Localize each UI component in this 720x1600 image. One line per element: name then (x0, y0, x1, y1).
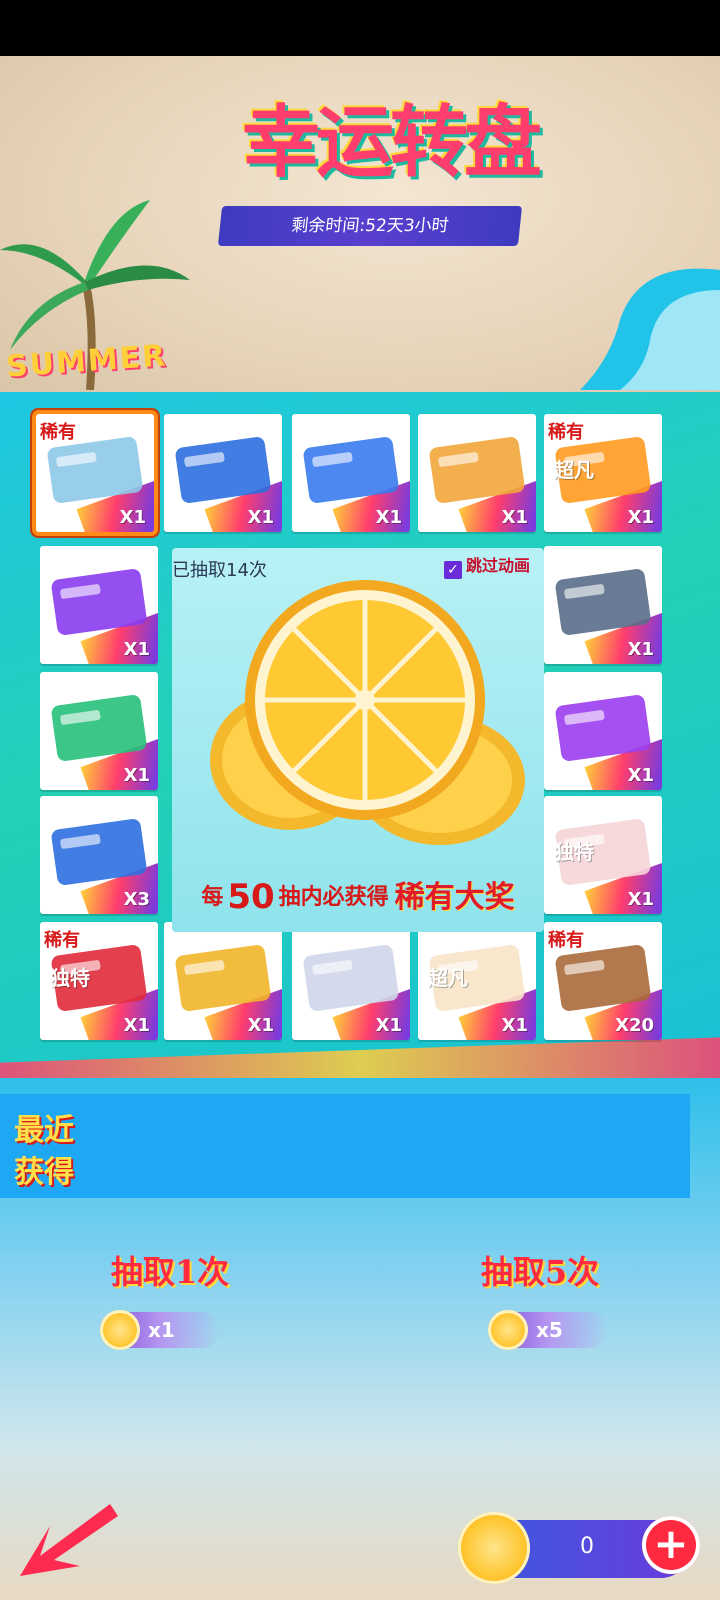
tile-quantity: X1 (375, 507, 402, 528)
tile-ticket-text: 超凡 (554, 458, 594, 482)
tile-super-ticket-cream[interactable]: 超凡 X1 (418, 922, 536, 1040)
tile-ticket-text: 独特 (554, 840, 594, 864)
tile-ticket-text: 独特 (50, 966, 90, 990)
draw-once-cost-value: x1 (148, 1318, 175, 1342)
tile-bronze-plate[interactable]: 稀有 X20 (544, 922, 662, 1040)
tile-water-gun-purple[interactable]: X1 (544, 672, 662, 790)
tile-gold-chip[interactable]: X1 (164, 922, 282, 1040)
page-title: 幸运转盘 (241, 97, 542, 188)
tile-quantity: X1 (627, 507, 654, 528)
rare-badge: 稀有 (44, 930, 80, 951)
tile-quantity: X1 (627, 765, 654, 786)
rare-badge: 稀有 (40, 422, 76, 443)
guarantee-prize: 稀有大奖 (394, 880, 515, 915)
recent-label-line2: 获得 (14, 1155, 74, 1190)
tile-quantity: X1 (627, 889, 654, 910)
tile-character-portrait[interactable]: 稀有 X1 (36, 414, 154, 532)
tile-quantity: X1 (123, 765, 150, 786)
tile-unique-ticket-red[interactable]: 独特 稀有 X1 (40, 922, 158, 1040)
draw-five-cost: x5 (488, 1310, 608, 1350)
tile-robot[interactable]: X1 (292, 922, 410, 1040)
tile-quantity: X1 (123, 639, 150, 660)
tile-quantity: X1 (123, 1015, 150, 1036)
lemon-balance-value: 0 (580, 1534, 594, 1559)
draw-once-label: 抽取1次 (110, 1253, 230, 1291)
tile-gacha-ticket-2[interactable]: X3 (40, 796, 158, 914)
guarantee-text: 每 50 抽内必获得 稀有大奖 (172, 872, 544, 917)
draw-once-button[interactable]: 抽取1次 (50, 1244, 290, 1300)
tile-quantity: X1 (501, 507, 528, 528)
tile-water-gun-blue[interactable]: X1 (292, 414, 410, 532)
wave-icon (580, 268, 720, 390)
skip-animation-toggle[interactable]: ✓ 跳过动画 (444, 552, 530, 579)
draw-five-cost-value: x5 (536, 1318, 563, 1342)
recent-rewards-label: 最近 获得 (14, 1110, 104, 1194)
back-arrow-icon[interactable] (10, 1496, 120, 1580)
guarantee-middle: 抽内必获得 (278, 885, 389, 910)
guarantee-prefix: 每 (201, 885, 224, 910)
lemon-coin-icon (488, 1310, 528, 1350)
draw-five-label: 抽取5次 (480, 1253, 600, 1291)
drawn-count: 已抽取14次 (172, 560, 267, 581)
draw-five-button[interactable]: 抽取5次 (420, 1244, 660, 1300)
title-area: 幸运转盘 (180, 62, 600, 202)
tile-blue-case[interactable]: X1 (544, 546, 662, 664)
checkbox-checked-icon[interactable]: ✓ (444, 561, 462, 579)
tile-water-gun-green[interactable]: X1 (40, 672, 158, 790)
tile-unique-ticket-pink[interactable]: 独特 X1 (544, 796, 662, 914)
tile-ticket-text: 超凡 (428, 966, 468, 990)
guarantee-number: 50 (227, 877, 275, 917)
tile-quantity: X1 (627, 639, 654, 660)
lemon-coin-icon (458, 1512, 530, 1584)
tile-gacha-ticket[interactable]: X1 (164, 414, 282, 532)
tile-purple-chest[interactable]: X1 (40, 546, 158, 664)
tile-quantity: X1 (247, 1015, 274, 1036)
tile-quantity: X1 (501, 1015, 528, 1036)
add-lemon-button[interactable]: + (642, 1516, 700, 1574)
status-bar (0, 0, 720, 56)
tile-super-ticket-orange[interactable]: 超凡 稀有 X1 (544, 414, 662, 532)
tile-quantity: X1 (375, 1015, 402, 1036)
tile-quantity: X1 (247, 507, 274, 528)
lemon-slices-icon (210, 580, 525, 845)
rare-badge: 稀有 (548, 422, 584, 443)
rare-badge: 稀有 (548, 930, 584, 951)
tile-beach-card[interactable]: X1 (418, 414, 536, 532)
tile-quantity: X3 (123, 889, 150, 910)
draw-once-cost: x1 (100, 1310, 220, 1350)
lemon-coin-icon (100, 1310, 140, 1350)
tile-quantity: X20 (615, 1015, 654, 1036)
tile-quantity: X1 (119, 507, 146, 528)
remaining-time-banner: 剩余时间:52天3小时 (217, 206, 523, 246)
skip-animation-label: 跳过动画 (466, 556, 531, 575)
recent-label-line1: 最近 (14, 1113, 74, 1148)
